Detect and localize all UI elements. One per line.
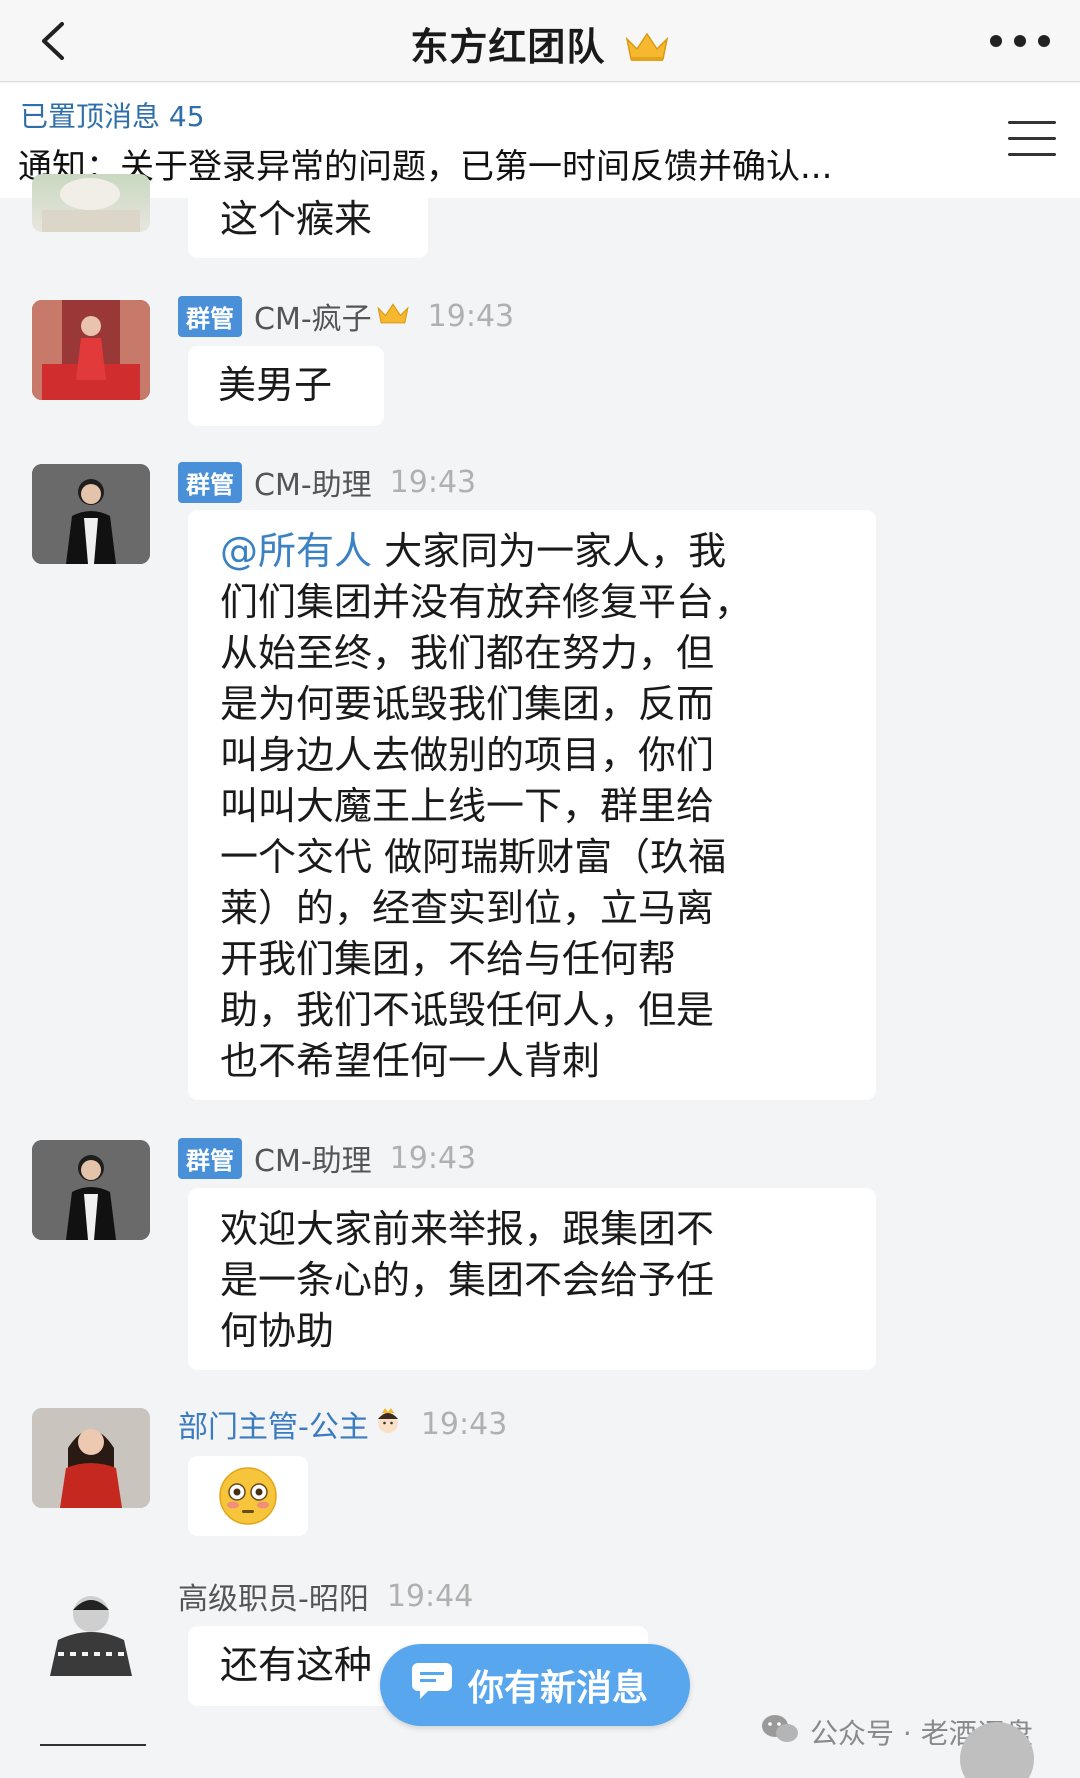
flushed-face-emoji — [219, 1467, 277, 1525]
avatar[interactable] — [32, 1408, 150, 1508]
message-time: 19:43 — [427, 298, 515, 334]
message-line: 是一条心的，集团不会给予任 — [220, 1258, 715, 1302]
avatar[interactable] — [32, 1580, 150, 1680]
chat-header: 东方红团队 — [0, 0, 1080, 82]
crown-icon — [624, 28, 670, 72]
chat-title-text: 东方红团队 — [410, 25, 606, 69]
crown-icon — [376, 299, 410, 334]
message-line: 们们集团并没有放弃修复平台， — [220, 580, 753, 624]
message-time: 19:43 — [389, 1140, 477, 1176]
message-line: 开我们集团，不给与任何帮 — [220, 937, 677, 981]
message-bubble[interactable]: 欢迎大家前来举报，跟集团不 是一条心的，集团不会给予任 何协助 — [188, 1188, 876, 1370]
pinned-message-text: 通知：关于登录异常的问题，已第一时间反馈并确认... — [18, 147, 833, 187]
message-bubble[interactable]: @所有人 大家同为一家人，我 们们集团并没有放弃修复平台， 从始至终，我们都在努… — [188, 510, 876, 1100]
sender-name[interactable]: CM-助理 — [254, 460, 372, 504]
message-bubble[interactable] — [188, 1456, 308, 1536]
message-line: 叫叫大魔王上线一下，群里给 — [220, 784, 715, 828]
message-line: @所有人 大家同为一家人，我 — [220, 529, 727, 573]
princess-emoji-icon — [373, 1405, 403, 1443]
message-text: 还有这种 — [220, 1643, 373, 1687]
message-line: 欢迎大家前来举报，跟集团不 — [220, 1207, 715, 1251]
admin-badge: 群管 — [178, 295, 242, 337]
message-line: 也不希望任何一人背刺 — [220, 1039, 601, 1083]
message-meta: 高级职员-昭阳 19:44 — [178, 1574, 474, 1618]
new-message-label: 你有新消息 — [468, 1668, 649, 1709]
message-line: 一个交代 做阿瑞斯财富（玖福 — [220, 835, 727, 879]
admin-badge: 群管 — [178, 461, 242, 503]
avatar[interactable] — [32, 174, 150, 232]
avatar[interactable] — [32, 464, 150, 564]
message-text: 美男子 — [218, 363, 333, 407]
pinned-count-label: 已置顶消息 45 — [20, 100, 205, 133]
admin-badge: 群管 — [178, 1137, 242, 1179]
list-menu-icon[interactable] — [1008, 121, 1056, 159]
divider — [40, 1744, 146, 1746]
message-line: 莱）的，经查实到位，立马离 — [220, 886, 715, 930]
message-line: 助，我们不诋毁任何人，但是 — [220, 988, 715, 1032]
message-time: 19:43 — [389, 464, 477, 500]
chat-title: 东方红团队 — [0, 16, 1080, 72]
more-dots-icon — [1038, 35, 1050, 47]
message-meta: 群管 CM-疯子 19:43 — [178, 294, 515, 338]
message-line: 从始至终，我们都在努力，但 — [220, 631, 715, 675]
avatar[interactable] — [32, 1140, 150, 1240]
sender-name[interactable]: 高级职员-昭阳 — [178, 1574, 369, 1618]
sender-name[interactable]: CM-助理 — [254, 1136, 372, 1180]
message-meta: 部门主管-公主 19:43 — [178, 1402, 508, 1446]
message-line: 是为何要诋毁我们集团，反而 — [220, 682, 715, 726]
pinned-message-bar[interactable]: 已置顶消息 45 通知：关于登录异常的问题，已第一时间反馈并确认... — [0, 83, 1080, 198]
message-text: 这个瘊来 — [220, 197, 373, 241]
message-line: 何协助 — [220, 1309, 335, 1353]
more-dots-icon — [990, 35, 1002, 47]
message-time: 19:44 — [386, 1578, 474, 1614]
sender-name[interactable]: 部门主管-公主 — [178, 1402, 369, 1446]
sender-name[interactable]: CM-疯子 — [254, 294, 372, 338]
message-bubble[interactable]: 美男子 — [188, 346, 384, 426]
message-bubble[interactable]: 这个瘊来 — [188, 184, 428, 258]
avatar[interactable] — [32, 300, 150, 400]
more-options-button[interactable] — [990, 30, 1050, 52]
more-dots-icon — [1014, 35, 1026, 47]
chat-bubble-icon — [410, 1661, 454, 1710]
mention-all[interactable]: @所有人 — [220, 529, 372, 573]
wechat-icon — [760, 1713, 800, 1752]
message-time: 19:43 — [420, 1406, 508, 1442]
message-meta: 群管 CM-助理 19:43 — [178, 1136, 477, 1180]
message-meta: 群管 CM-助理 19:43 — [178, 460, 477, 504]
message-line: 叫身边人去做别的项目，你们 — [220, 733, 715, 777]
new-message-button[interactable]: 你有新消息 — [380, 1644, 690, 1726]
